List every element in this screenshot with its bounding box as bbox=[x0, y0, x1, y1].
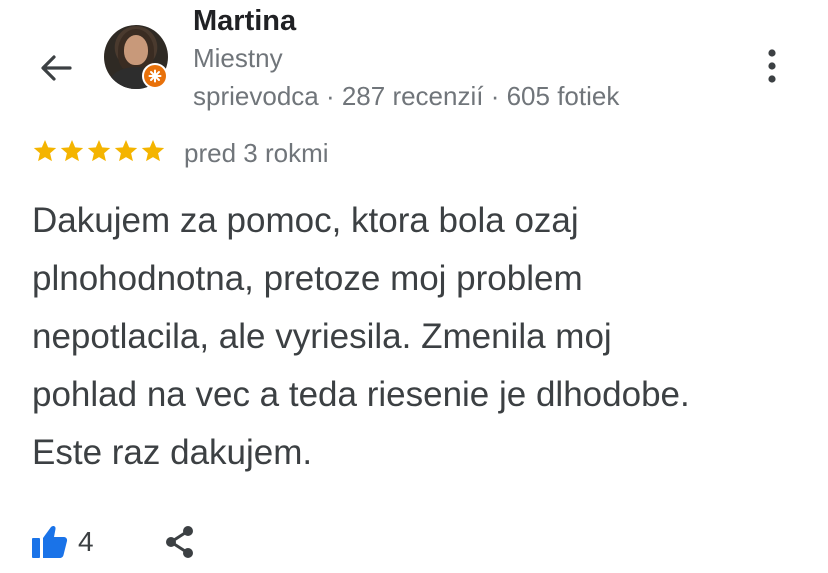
star-icon bbox=[33, 139, 57, 162]
star-rating bbox=[32, 138, 166, 166]
review-text: Dakujem za pomoc, ktora bola ozaj plnoho… bbox=[32, 201, 690, 472]
star-icon bbox=[60, 139, 84, 162]
like-button[interactable]: 4 bbox=[30, 522, 94, 562]
review-time: pred 3 rokmi bbox=[184, 138, 329, 168]
local-guide-badge-icon bbox=[142, 63, 168, 89]
thumb-up-icon bbox=[32, 525, 68, 558]
arrow-left-icon bbox=[41, 55, 72, 81]
like-count: 4 bbox=[78, 526, 94, 557]
reviewer-stats: sprievodca · 287 recenzií · 605 fotiek bbox=[193, 81, 620, 111]
share-button[interactable] bbox=[160, 522, 200, 562]
star-icon bbox=[114, 139, 138, 162]
share-icon bbox=[166, 526, 193, 558]
star-icon bbox=[87, 139, 111, 162]
reviewer-name[interactable]: Martina bbox=[193, 3, 296, 39]
reviewer-title: Miestny bbox=[193, 43, 283, 73]
star-icon bbox=[141, 139, 165, 162]
more-options-button[interactable] bbox=[752, 44, 792, 88]
more-vert-icon bbox=[768, 49, 776, 83]
back-button[interactable] bbox=[34, 46, 78, 90]
